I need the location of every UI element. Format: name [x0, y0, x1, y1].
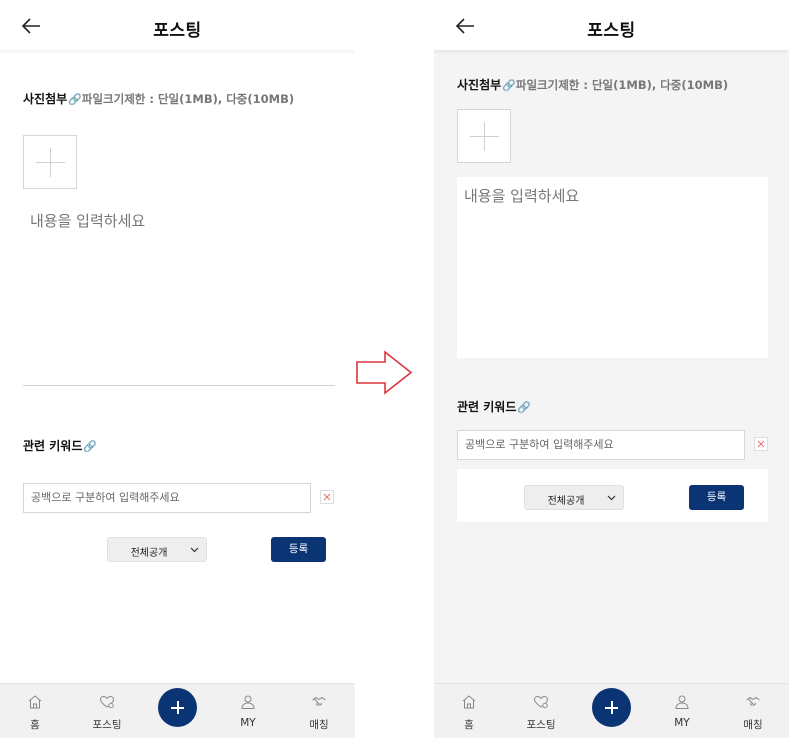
- app-header: 포스팅: [0, 0, 355, 50]
- photo-attach-title: 사진첨부: [457, 78, 502, 92]
- home-icon: [28, 695, 42, 709]
- tab-label: 포스팅: [92, 719, 122, 731]
- tab-label: 홈: [30, 719, 40, 731]
- tab-label: MY: [674, 717, 690, 729]
- visibility-value: 전체공개: [547, 496, 585, 507]
- close-icon: [323, 493, 331, 501]
- paperclip-icon: 🔗: [83, 440, 98, 453]
- keyword-input[interactable]: 공백으로 구분하여 입력해주세요: [23, 483, 311, 513]
- add-post-fab[interactable]: [158, 688, 197, 727]
- tab-matching[interactable]: 매칭: [723, 684, 783, 738]
- tab-my[interactable]: MY: [652, 684, 712, 738]
- page-title: 포스팅: [153, 21, 202, 41]
- close-icon: [757, 440, 765, 448]
- before-screen: 포스팅 사진첨부🔗파일크기제한 : 단일(1MB), 다중(10MB) 내용을 …: [0, 0, 355, 738]
- after-screen: 포스팅 사진첨부🔗파일크기제한 : 단일(1MB), 다중(10MB) 내용을 …: [434, 0, 789, 738]
- photo-attach-label: 사진첨부🔗파일크기제한 : 단일(1MB), 다중(10MB): [457, 76, 728, 93]
- tab-my[interactable]: MY: [218, 684, 278, 738]
- user-icon: [241, 695, 255, 709]
- tab-label: 포스팅: [526, 719, 556, 731]
- add-photo-button[interactable]: [457, 109, 511, 163]
- transition-arrow-icon: [356, 350, 413, 395]
- submit-button[interactable]: 등록: [689, 485, 744, 510]
- keyword-title: 관련 키워드: [23, 439, 83, 453]
- tab-posting[interactable]: 포스팅: [511, 684, 571, 738]
- posting-heart-icon: [533, 695, 549, 709]
- visibility-value: 전체공개: [130, 548, 168, 559]
- comparison-stage: 포스팅 사진첨부🔗파일크기제한 : 단일(1MB), 다중(10MB) 내용을 …: [0, 0, 790, 738]
- add-post-fab[interactable]: [592, 688, 631, 727]
- posting-heart-icon: [99, 695, 115, 709]
- file-size-limit: 파일크기제한 : 단일(1MB), 다중(10MB): [515, 78, 729, 92]
- paperclip-icon: 🔗: [68, 93, 82, 106]
- tab-label: 매칭: [743, 719, 763, 731]
- keyword-input[interactable]: 공백으로 구분하여 입력해주세요: [457, 430, 745, 460]
- user-icon: [675, 695, 689, 709]
- chevron-down-icon: [607, 495, 616, 501]
- chevron-down-icon: [190, 547, 199, 553]
- action-panel: 전체공개 등록: [457, 469, 768, 522]
- handshake-icon: [746, 696, 760, 707]
- paperclip-icon: 🔗: [517, 401, 532, 414]
- keyword-title: 관련 키워드: [457, 400, 517, 414]
- tab-label: 홈: [464, 719, 474, 731]
- bottom-tab-bar: 홈 포스팅 MY 매칭: [0, 683, 355, 738]
- page-title: 포스팅: [587, 21, 636, 41]
- keyword-label: 관련 키워드🔗: [457, 398, 531, 415]
- keyword-label: 관련 키워드🔗: [23, 437, 97, 454]
- clear-keyword-button[interactable]: [754, 437, 768, 451]
- tab-matching[interactable]: 매칭: [289, 684, 349, 738]
- visibility-select[interactable]: 전체공개: [524, 485, 624, 510]
- add-photo-button[interactable]: [23, 135, 77, 189]
- content-textarea[interactable]: 내용을 입력하세요: [23, 202, 335, 386]
- photo-attach-label: 사진첨부🔗파일크기제한 : 단일(1MB), 다중(10MB): [23, 90, 294, 107]
- visibility-select[interactable]: 전체공개: [107, 537, 207, 562]
- submit-button[interactable]: 등록: [271, 537, 326, 562]
- clear-keyword-button[interactable]: [320, 490, 334, 504]
- tab-label: 매칭: [309, 719, 329, 731]
- bottom-tab-bar: 홈 포스팅 MY 매칭: [434, 683, 789, 738]
- home-icon: [462, 695, 476, 709]
- tab-posting[interactable]: 포스팅: [77, 684, 137, 738]
- tab-home[interactable]: 홈: [439, 684, 499, 738]
- photo-attach-title: 사진첨부: [23, 92, 68, 106]
- content-textarea[interactable]: 내용을 입력하세요: [457, 177, 768, 358]
- app-header: 포스팅: [434, 0, 789, 50]
- tab-label: MY: [240, 717, 256, 729]
- paperclip-icon: 🔗: [502, 79, 516, 92]
- tab-home[interactable]: 홈: [5, 684, 65, 738]
- file-size-limit: 파일크기제한 : 단일(1MB), 다중(10MB): [81, 92, 295, 106]
- handshake-icon: [312, 696, 326, 707]
